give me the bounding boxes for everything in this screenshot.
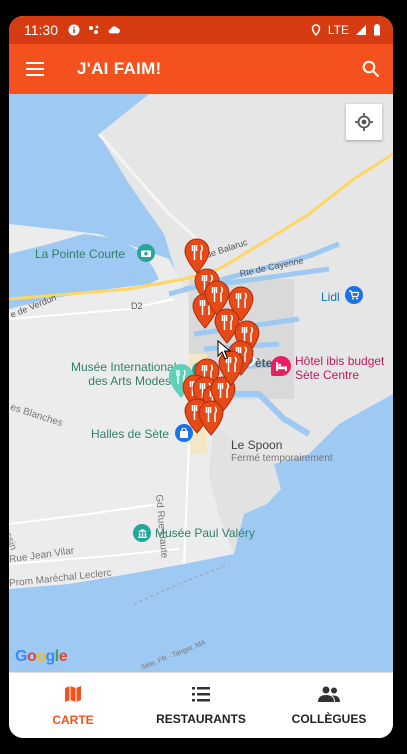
cloud-icon: [108, 26, 120, 34]
museum-icon: [137, 528, 147, 538]
label-musee-international-line2: des Arts Modes: [88, 374, 171, 388]
camera-poi-icon[interactable]: [137, 244, 155, 262]
bed-icon: [275, 361, 287, 371]
nav-restaurants[interactable]: RESTAURANTS: [137, 673, 265, 738]
label-d2: D2: [131, 301, 143, 311]
crosshair-icon: [355, 113, 373, 131]
cellular-signal-icon: [356, 25, 366, 35]
hotel-poi-icon[interactable]: [271, 356, 291, 376]
status-bar: 11:30 LTE: [9, 16, 393, 44]
app-title: J'AI FAIM!: [77, 59, 162, 78]
app-bar: J'AI FAIM!: [9, 44, 393, 94]
search-icon: [362, 60, 380, 78]
hamburger-menu-icon: [26, 62, 44, 76]
label-ferme-temporairement: Fermé temporairement: [231, 453, 333, 464]
lidl-poi[interactable]: [345, 286, 363, 304]
fork-knife-marker-icon: [198, 400, 224, 436]
network-label: LTE: [327, 23, 349, 37]
my-location-button[interactable]: [346, 104, 382, 140]
battery-icon: [374, 24, 380, 36]
label-hotel-ibis-line1: Hôtel ibis budget: [295, 354, 385, 368]
bottom-navigation: CARTE RESTAURANTS COLLÈGUES: [9, 672, 393, 738]
label-hotel-ibis-line2: Sète Centre: [295, 368, 360, 382]
status-time: 11:30: [24, 22, 58, 38]
label-le-spoon: Le Spoon: [231, 438, 283, 452]
location-icon: [311, 24, 321, 36]
nav-carte-label: CARTE: [52, 712, 94, 727]
nav-collegues[interactable]: COLLÈGUES: [265, 673, 393, 738]
musee-paul-valery-poi[interactable]: [133, 524, 151, 542]
menu-button[interactable]: [9, 44, 61, 94]
people-icon: [318, 686, 340, 702]
nav-collegues-label: COLLÈGUES: [291, 711, 367, 726]
mouse-cursor-icon: [217, 340, 231, 360]
label-musee-paul-valery: Musée Paul Valéry: [155, 526, 255, 540]
phone-screen: 11:30 LTE J'AI FAIM! La Pointe Courte Rt…: [9, 16, 393, 738]
list-icon: [192, 686, 210, 701]
map-view[interactable]: La Pointe Courte Rte de Balaruc Rte de C…: [9, 94, 393, 672]
label-lidl: Lidl: [321, 290, 340, 304]
shopping-cart-icon: [349, 290, 359, 300]
label-halles-de-sete: Halles de Sète: [91, 427, 170, 441]
label-sete: ète: [255, 356, 273, 370]
label-la-pointe-courte: La Pointe Courte: [35, 247, 126, 261]
camera-icon: [141, 250, 151, 257]
map-icon: [65, 685, 81, 702]
google-logo: Google: [15, 648, 68, 665]
nav-carte[interactable]: CARTE: [9, 673, 137, 738]
label-musee-international-line1: Musée International: [71, 360, 177, 374]
info-icon: [68, 24, 80, 36]
search-button[interactable]: [349, 44, 393, 94]
signal-dots-icon: [89, 25, 99, 34]
nav-restaurants-label: RESTAURANTS: [156, 711, 246, 726]
restaurant-marker[interactable]: [198, 400, 224, 436]
